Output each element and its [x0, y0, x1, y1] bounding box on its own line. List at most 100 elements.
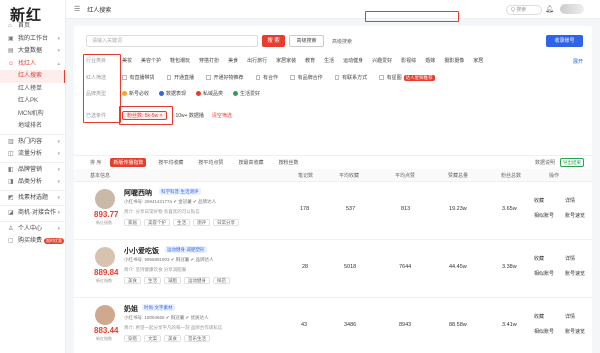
- checkbox-live[interactable]: 开通直播: [166, 74, 194, 81]
- advanced-search-link[interactable]: 高级搜索: [332, 38, 352, 45]
- selected-filter-chip-2[interactable]: 10w+ 数据播: [175, 112, 203, 119]
- home-icon: ⌂: [8, 23, 12, 30]
- clear-filters-link[interactable]: 清空筛选: [212, 112, 232, 119]
- avatar[interactable]: [95, 305, 115, 325]
- checkbox-goods[interactable]: 开通好物推荐: [206, 74, 244, 81]
- favorite-button[interactable]: 收藏: [534, 313, 544, 320]
- keyword-search-input[interactable]: 请输入关键词: [86, 35, 258, 47]
- checkbox-brand-coop[interactable]: 有品牌合作: [290, 74, 323, 81]
- search-button[interactable]: 搜 索: [262, 35, 285, 47]
- data-info-link[interactable]: 数据说明: [535, 159, 555, 166]
- platform-option[interactable]: 新号必收: [122, 90, 149, 97]
- bio-text: 简介: 希望一起分享平凡的每一刻 品牌合作请私信: [124, 325, 223, 330]
- sidebar-item-profile[interactable]: ♙ 个人中心 ▾: [0, 223, 65, 236]
- quick-view-button[interactable]: 账号速览: [565, 212, 585, 219]
- checkbox-coop[interactable]: 有合作: [255, 74, 278, 81]
- export-button[interactable]: 导出结果: [560, 158, 584, 167]
- industry-option[interactable]: 教育: [305, 57, 315, 64]
- industry-option[interactable]: 美食: [228, 57, 238, 64]
- tag: 音乐生活: [184, 335, 210, 342]
- chevron-down-icon: ▾: [57, 166, 60, 173]
- user-avatar[interactable]: [560, 4, 584, 14]
- sort-label: 排 序: [90, 160, 102, 166]
- industry-option[interactable]: 家居: [473, 57, 483, 64]
- influencer-name[interactable]: 阿喔西呐: [124, 188, 152, 198]
- sort-option-avg-like[interactable]: 按平均点赞: [195, 158, 226, 167]
- sidebar-item-category[interactable]: ◨ 品类分析 ▾: [0, 176, 65, 189]
- collect-account-button[interactable]: 收录账号: [546, 35, 583, 47]
- bell-icon[interactable]: 🔔︎: [545, 5, 554, 13]
- results-table: 基本信息 笔记数 平均收藏 平均点赞 赞藏总量 粉丝总数 操作 893.77 新…: [74, 169, 592, 353]
- industry-option[interactable]: 摄影摄像: [444, 57, 464, 64]
- sidebar-item-deal[interactable]: ◪ 商机·对接合作 ▾: [0, 207, 65, 220]
- sort-option-fans[interactable]: 按粉丝数: [275, 158, 301, 167]
- annotation-box-top: [365, 11, 459, 22]
- favorite-button[interactable]: 收藏: [534, 197, 544, 204]
- tag: 家居: [124, 219, 141, 226]
- index-score: 883.44: [94, 326, 119, 335]
- industry-option[interactable]: 婚嫁: [425, 57, 435, 64]
- detail-button[interactable]: 详情: [565, 197, 575, 204]
- industry-option[interactable]: 影视综: [401, 57, 416, 64]
- table-row: 893.77 新红指数 阿喔西呐 科学科普·生活测评 小红书号: 2694142…: [74, 182, 592, 240]
- avatar[interactable]: [95, 189, 115, 209]
- sort-option-index[interactable]: 新版传播指数: [110, 158, 147, 167]
- user-icon: ☺: [8, 60, 15, 67]
- tag: 美食: [124, 277, 141, 284]
- tag: 文案: [144, 335, 161, 342]
- sidebar-item-purchase[interactable]: ▢ 购买续费 限时优惠: [0, 235, 65, 248]
- industry-option[interactable]: 出行旅行: [247, 57, 267, 64]
- influencer-name[interactable]: 奶姐: [124, 304, 138, 314]
- dot-icon: [159, 91, 165, 96]
- sidebar-item-brand[interactable]: ◧ 品牌营销 ▾: [0, 164, 65, 177]
- sidebar-item-workbench[interactable]: ▣ 我的工作台 ▾: [0, 33, 65, 46]
- sort-option-max-fav[interactable]: 按最高收藏: [235, 158, 266, 167]
- sidebar-item-hot-content[interactable]: ▥ 热门内容 ▾: [0, 136, 65, 149]
- tag-list: 家居 美容个护 生活 测评 日常分享: [124, 219, 242, 226]
- menu-collapse-icon[interactable]: ☰: [74, 5, 80, 13]
- expand-industry-link[interactable]: 展开: [573, 58, 583, 65]
- similar-accounts-button[interactable]: 相似账号: [534, 328, 554, 335]
- influencer-name[interactable]: 小小爱吃饭: [124, 246, 159, 256]
- sidebar-item-material[interactable]: ◩ 找素材选题 ▾: [0, 192, 65, 205]
- global-search-input[interactable]: Q 搜索: [506, 5, 542, 15]
- industry-option[interactable]: 美容个护: [141, 57, 161, 64]
- platform-option[interactable]: 数据表现: [159, 90, 186, 97]
- industry-option[interactable]: 生活: [324, 57, 334, 64]
- checkbox-star[interactable]: 有星图 达人星探推荐: [379, 74, 435, 81]
- sidebar-item-influencer-rank[interactable]: 红人榜单: [0, 83, 65, 96]
- sidebar-item-market[interactable]: ▤ 大盘数据 ▾: [0, 45, 65, 58]
- detail-button[interactable]: 详情: [565, 313, 575, 320]
- sidebar-item-influencer-search[interactable]: 红人搜索: [0, 70, 65, 83]
- platform-option[interactable]: 私域品类: [196, 90, 223, 97]
- favorite-button[interactable]: 收藏: [534, 255, 544, 262]
- quick-view-button[interactable]: 账号速览: [565, 270, 585, 277]
- tag-list: 美食 生活 减脂 运动健身 探店: [124, 277, 233, 284]
- industry-option[interactable]: 鞋包潮玩: [170, 57, 190, 64]
- advanced-search-button[interactable]: 高级搜索: [289, 35, 324, 47]
- sidebar-item-find-influencer[interactable]: ☺ 找红人 ▴: [0, 58, 65, 71]
- avatar[interactable]: [95, 247, 115, 267]
- similar-accounts-button[interactable]: 相似账号: [534, 270, 554, 277]
- industry-option[interactable]: 家居家装: [276, 57, 296, 64]
- sort-bar: 排 序 新版传播指数 按平均收藏 按平均点赞 按最高收藏 按粉丝数 数据说明 导…: [74, 155, 592, 169]
- industry-option[interactable]: 穿搭打扮: [199, 57, 219, 64]
- industry-option[interactable]: 兴趣爱好: [372, 57, 392, 64]
- sidebar: 新红 ⌂ 首页 ▣ 我的工作台 ▾ ▤ 大盘数据 ▾ ☺ 找红人 ▴ 红人搜索 红人榜单 红人…: [0, 0, 66, 353]
- sidebar-item-traffic[interactable]: ◫ 流量分析 ▾: [0, 148, 65, 161]
- similar-accounts-button[interactable]: 相似账号: [534, 212, 554, 219]
- tag: 生活: [144, 277, 161, 284]
- sidebar-item-mcn[interactable]: MCN机构: [0, 108, 65, 121]
- influencer-filter-row: 红人筛选 有直播带货 开通直播 开通好物推荐 有合作 有品牌合作 有联系方式 有…: [86, 72, 447, 83]
- checkbox-contact[interactable]: 有联系方式: [334, 74, 367, 81]
- industry-option[interactable]: 美妆: [122, 57, 132, 64]
- detail-button[interactable]: 详情: [565, 255, 575, 262]
- account-meta: 小红书号: 18094665 ✔ 铜冠薯 ✔ 优质达人: [124, 315, 209, 320]
- checkbox-live-sales[interactable]: 有直播带货: [122, 74, 155, 81]
- sort-option-avg-fav[interactable]: 按平均收藏: [155, 158, 186, 167]
- sidebar-item-region[interactable]: 地域排名: [0, 120, 65, 133]
- platform-option[interactable]: 生活爱好: [233, 90, 260, 97]
- quick-view-button[interactable]: 账号速览: [565, 328, 585, 335]
- industry-option[interactable]: 运动健身: [343, 57, 363, 64]
- sidebar-item-influencer-pk[interactable]: 红人PK: [0, 95, 65, 108]
